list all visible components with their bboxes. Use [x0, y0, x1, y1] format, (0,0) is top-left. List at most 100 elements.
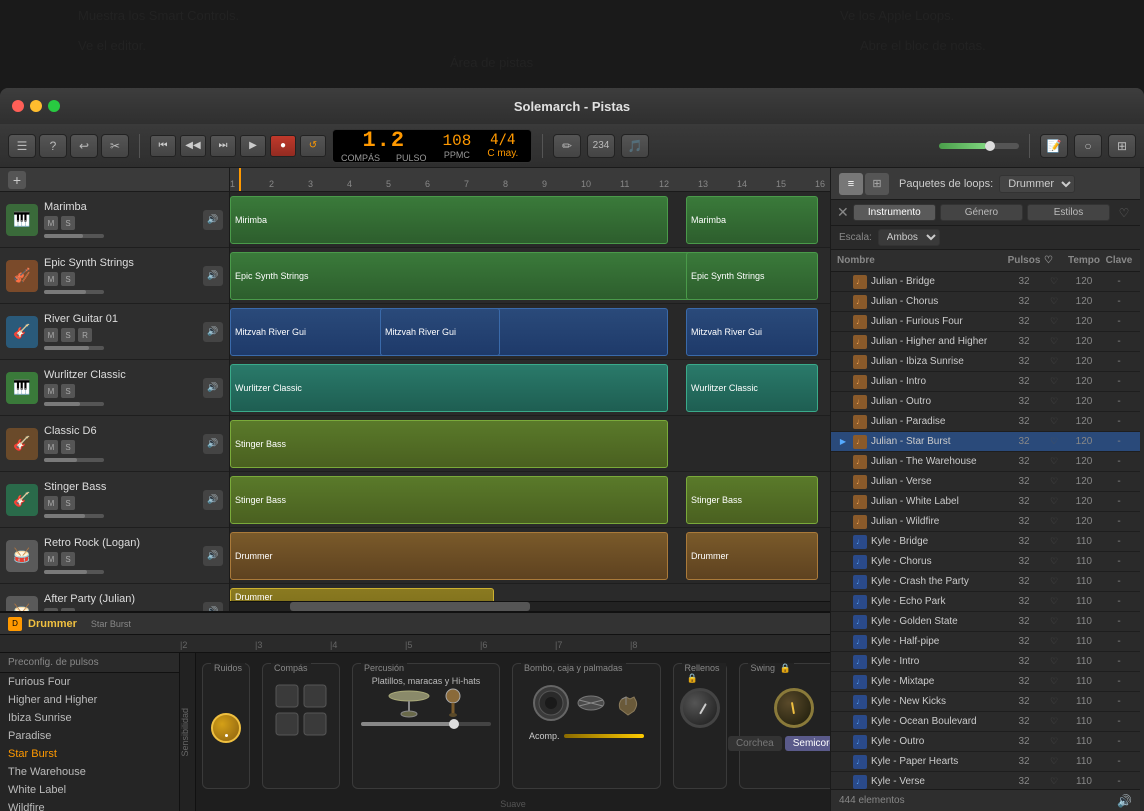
browser-button[interactable]: ⊞: [1108, 134, 1136, 158]
loop-heart-btn[interactable]: ♡: [1044, 636, 1064, 647]
rewind-button[interactable]: ⏮: [150, 135, 176, 157]
clip-wurlitzer-2[interactable]: Wurlitzer Classic: [686, 364, 818, 412]
clip-classic-1[interactable]: Stinger Bass: [230, 420, 668, 468]
mute-btn[interactable]: M: [44, 272, 58, 286]
play-button[interactable]: ▶: [240, 135, 266, 157]
track-item[interactable]: 🎸 Classic D6 M S 🔊: [0, 416, 229, 472]
clip-guitar-3[interactable]: Mitzvah River Gui: [686, 308, 818, 356]
preset-item-furious[interactable]: Furious Four: [0, 673, 179, 691]
master-volume-slider[interactable]: [939, 143, 1019, 149]
loop-item[interactable]: ♩ Julian - Furious Four 32 ♡ 120 -: [831, 312, 1140, 332]
maximize-button[interactable]: [48, 100, 60, 112]
instrumento-filter[interactable]: Instrumento: [853, 204, 936, 221]
track-item[interactable]: 🎻 Epic Synth Strings M S 🔊: [0, 248, 229, 304]
library-button[interactable]: ☰: [8, 134, 36, 158]
loop-heart-btn[interactable]: ♡: [1044, 316, 1064, 327]
loop-item[interactable]: ♩ Kyle - Paper Hearts 32 ♡ 110 -: [831, 752, 1140, 772]
metronome-button[interactable]: 🎵: [621, 134, 649, 158]
genero-filter[interactable]: Género: [940, 204, 1023, 221]
loop-heart-btn[interactable]: ♡: [1044, 296, 1064, 307]
mute-btn[interactable]: M: [44, 384, 58, 398]
zoom-button[interactable]: 234: [587, 134, 615, 158]
track-mute[interactable]: 🔊: [203, 210, 223, 230]
mute-btn[interactable]: M: [44, 552, 58, 566]
skip-forward-button[interactable]: ⏭: [210, 135, 236, 157]
add-track-button[interactable]: +: [8, 171, 26, 189]
record-button[interactable]: ●: [270, 135, 296, 157]
acomp-slider[interactable]: [564, 734, 644, 738]
solo-btn[interactable]: S: [61, 216, 75, 230]
loop-browser-button[interactable]: ○: [1074, 134, 1102, 158]
preset-item-paradise[interactable]: Paradise: [0, 727, 179, 745]
clip-stinger-1[interactable]: Stinger Bass: [230, 476, 668, 524]
clip-epic-2[interactable]: Epic Synth Strings: [686, 252, 818, 300]
loop-item[interactable]: ♩ Julian - The Warehouse 32 ♡ 120 -: [831, 452, 1140, 472]
loop-heart-btn[interactable]: ♡: [1044, 656, 1064, 667]
solo-btn[interactable]: S: [61, 272, 75, 286]
track-volume[interactable]: [44, 514, 104, 518]
paquete-select[interactable]: Drummer: [999, 175, 1075, 193]
clip-wurlitzer-1[interactable]: Wurlitzer Classic: [230, 364, 668, 412]
track-volume[interactable]: [44, 290, 104, 294]
estilos-filter[interactable]: Estilos: [1027, 204, 1110, 221]
preset-item-whitelabel[interactable]: White Label: [0, 781, 179, 799]
loop-heart-btn[interactable]: ♡: [1044, 696, 1064, 707]
track-volume[interactable]: [44, 458, 104, 462]
clip-marimba-1[interactable]: Mirimba: [230, 196, 668, 244]
loop-item[interactable]: ▶ ♩ Julian - Star Burst 32 ♡ 120 -: [831, 432, 1140, 452]
loop-item[interactable]: ♩ Kyle - Half-pipe 32 ♡ 110 -: [831, 632, 1140, 652]
loop-heart-btn[interactable]: ♡: [1044, 416, 1064, 427]
mute-btn[interactable]: M: [44, 328, 58, 342]
loops-tab-list[interactable]: ≡: [839, 173, 863, 195]
platillos-slider[interactable]: [361, 722, 491, 726]
loop-item[interactable]: ♩ Kyle - Golden State 32 ♡ 110 -: [831, 612, 1140, 632]
loops-close-btn[interactable]: ✕: [837, 204, 849, 221]
loop-heart-btn[interactable]: ♡: [1044, 336, 1064, 347]
clip-retro-2[interactable]: Drummer: [686, 532, 818, 580]
preset-item-warehouse[interactable]: The Warehouse: [0, 763, 179, 781]
loop-item[interactable]: ♩ Julian - Higher and Higher 32 ♡ 120 -: [831, 332, 1140, 352]
loop-heart-btn[interactable]: ♡: [1044, 476, 1064, 487]
track-item[interactable]: 🎹 Wurlitzer Classic M S 🔊: [0, 360, 229, 416]
preset-item-wildfire[interactable]: Wildfire: [0, 799, 179, 811]
loop-button[interactable]: ↺: [300, 135, 326, 157]
loop-item[interactable]: ♩ Julian - White Label 32 ♡ 120 -: [831, 492, 1140, 512]
track-volume[interactable]: [44, 402, 104, 406]
clip-guitar-2[interactable]: Mitzvah River Gui: [380, 308, 500, 356]
track-item[interactable]: 🎹 Marimba M S 🔊: [0, 192, 229, 248]
loop-heart-btn[interactable]: ♡: [1044, 776, 1064, 787]
loop-heart-btn[interactable]: ♡: [1044, 376, 1064, 387]
loop-heart-btn[interactable]: ♡: [1044, 716, 1064, 727]
loop-item[interactable]: ♩ Julian - Chorus 32 ♡ 120 -: [831, 292, 1140, 312]
loop-item[interactable]: ♩ Kyle - Ocean Boulevard 32 ♡ 110 -: [831, 712, 1140, 732]
loop-heart-btn[interactable]: ♡: [1044, 456, 1064, 467]
solo-btn[interactable]: S: [61, 552, 75, 566]
loop-heart-btn[interactable]: ♡: [1044, 356, 1064, 367]
track-mute[interactable]: 🔊: [203, 546, 223, 566]
track-mute[interactable]: 🔊: [203, 378, 223, 398]
loop-item[interactable]: ♩ Julian - Outro 32 ♡ 120 -: [831, 392, 1140, 412]
loop-heart-btn[interactable]: ♡: [1044, 556, 1064, 567]
notepad-button[interactable]: 📝: [1040, 134, 1068, 158]
loops-tab-grid[interactable]: ⊞: [865, 173, 889, 195]
help-button[interactable]: ?: [39, 134, 67, 158]
track-volume[interactable]: [44, 570, 104, 574]
loop-item[interactable]: ♩ Julian - Paradise 32 ♡ 120 -: [831, 412, 1140, 432]
track-item[interactable]: 🥁 Retro Rock (Logan) M S 🔊: [0, 528, 229, 584]
loop-heart-btn[interactable]: ♡: [1044, 616, 1064, 627]
solo-btn[interactable]: S: [61, 328, 75, 342]
loop-item[interactable]: ♩ Julian - Ibiza Sunrise 32 ♡ 120 -: [831, 352, 1140, 372]
track-mute[interactable]: 🔊: [203, 602, 223, 612]
solo-btn[interactable]: S: [61, 384, 75, 398]
clip-retro-1[interactable]: Drummer: [230, 532, 668, 580]
track-mute[interactable]: 🔊: [203, 266, 223, 286]
track-volume[interactable]: [44, 346, 104, 350]
mute-btn[interactable]: M: [44, 216, 58, 230]
corchea-btn[interactable]: Corchea: [728, 736, 782, 751]
preset-item-higher[interactable]: Higher and Higher: [0, 691, 179, 709]
track-item[interactable]: 🥁 After Party (Julian) M S 🔊: [0, 584, 229, 611]
undo-button[interactable]: ↩: [70, 134, 98, 158]
solo-btn[interactable]: S: [61, 440, 75, 454]
loop-heart-btn[interactable]: ♡: [1044, 756, 1064, 767]
loop-item[interactable]: ♩ Kyle - Chorus 32 ♡ 110 -: [831, 552, 1140, 572]
